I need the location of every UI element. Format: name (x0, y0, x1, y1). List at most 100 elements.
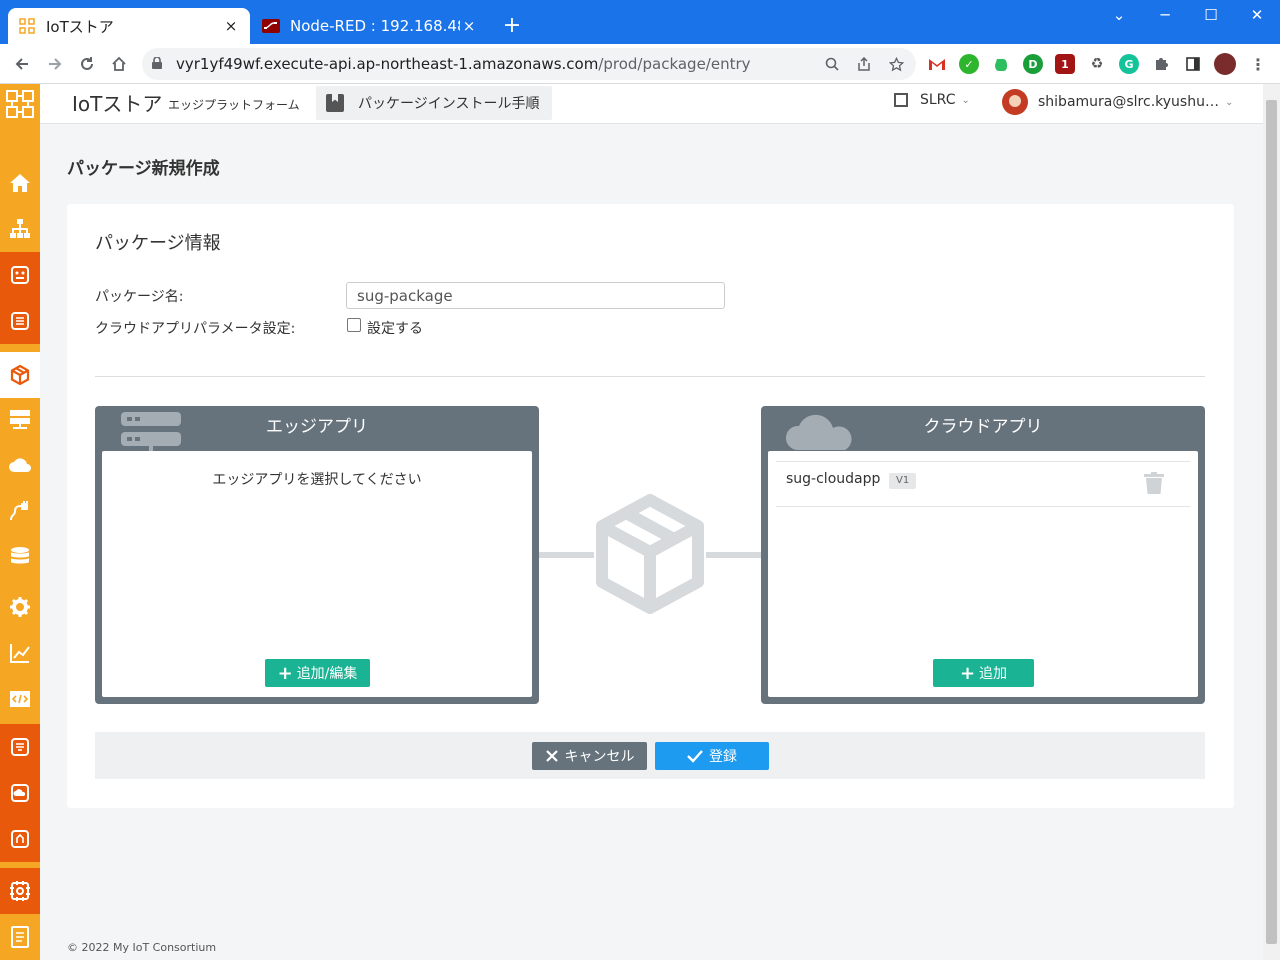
cloud-add-label: 追加 (979, 666, 1008, 682)
browser-menu-icon[interactable]: ⋮ (1248, 54, 1268, 74)
cloud-box-icon[interactable] (0, 770, 40, 816)
action-bar: キャンセル 登録 (95, 732, 1205, 779)
home-icon[interactable] (105, 50, 133, 78)
address-bar[interactable]: vyr1yf49wf.execute-api.ap-northeast-1.am… (142, 48, 916, 80)
zoom-icon[interactable] (820, 52, 844, 76)
bookmark-star-icon[interactable] (884, 52, 908, 76)
edge-app-title: エッジアプリ (266, 417, 368, 437)
scrollbar-thumb[interactable] (1266, 100, 1277, 944)
organization-dropdown[interactable]: SLRC ⌄ (894, 92, 970, 108)
edge-app-list: エッジアプリを選択してください + 追加/編集 (102, 451, 532, 697)
plus-icon: + (277, 662, 293, 684)
user-email: shibamura@slrc.kyushu… (1038, 94, 1219, 110)
cloud-app-list: sug-cloudapp V1 + 追加 (768, 451, 1198, 697)
evernote-extension-icon[interactable] (991, 54, 1011, 74)
organization-name: SLRC (920, 92, 956, 108)
cloud-app-name: sug-cloudapp (786, 471, 881, 487)
cloud-app-panel: クラウドアプリ sug-cloudapp V1 + 追加 (761, 406, 1205, 704)
green-extension-icon[interactable]: ✓ (959, 54, 979, 74)
cancel-label: キャンセル (564, 749, 635, 765)
gear-icon[interactable] (0, 584, 40, 630)
network-icon[interactable] (0, 868, 40, 914)
server-icon[interactable] (0, 396, 40, 442)
package-name-input[interactable] (346, 282, 725, 309)
list-icon[interactable] (0, 298, 40, 344)
page-scrollbar[interactable] (1263, 84, 1280, 960)
section-title: パッケージ情報 (95, 233, 221, 254)
install-guide-button[interactable]: パッケージインストール手順 (316, 86, 552, 120)
edge-add-edit-label: 追加/編集 (296, 666, 358, 682)
brand-subtitle: エッジプラットフォーム (168, 98, 300, 112)
tab-title: Node-RED : 192.168.48 (290, 17, 460, 35)
edge-app-hint: エッジアプリを選択してください (212, 472, 422, 488)
browser-tab-iot-store[interactable]: IoTストア × (8, 8, 250, 44)
browser-tab-node-red[interactable]: Node-RED : 192.168.48 × (252, 8, 488, 44)
close-icon (545, 750, 558, 762)
close-window-button[interactable]: ✕ (1234, 0, 1280, 30)
lock-icon (152, 55, 168, 72)
sitemap-icon[interactable] (0, 206, 40, 252)
profile-avatar-icon[interactable] (1214, 53, 1236, 75)
plug-icon[interactable] (0, 488, 40, 534)
recycle-extension-icon[interactable]: ♻ (1087, 54, 1107, 74)
side-panel-icon[interactable] (1183, 54, 1203, 74)
close-tab-icon[interactable]: × (222, 17, 240, 35)
news-icon[interactable] (0, 724, 40, 770)
cloud-param-checkbox-label[interactable]: 設定する (367, 318, 423, 338)
book-icon (326, 94, 344, 112)
tab-title: IoTストア (46, 17, 114, 36)
new-tab-button[interactable]: + (498, 12, 526, 40)
avatar (1002, 89, 1028, 115)
close-tab-icon[interactable]: × (460, 17, 478, 35)
app-header: IoTストア エッジプラットフォーム パッケージインストール手順 SLRC ⌄ … (40, 84, 1263, 124)
edge-app-panel: エッジアプリ エッジアプリを選択してください + 追加/編集 (95, 406, 539, 704)
share-icon[interactable] (852, 52, 876, 76)
node-red-favicon-icon (262, 17, 280, 35)
cancel-button[interactable]: キャンセル (532, 742, 647, 770)
user-menu[interactable]: shibamura@slrc.kyushu… ⌄ (1002, 89, 1233, 115)
minimize-button[interactable]: ─ (1142, 0, 1188, 30)
install-guide-label: パッケージインストール手順 (358, 96, 540, 112)
device-icon[interactable] (0, 252, 40, 298)
check-icon (687, 750, 703, 763)
cloud-icon[interactable] (0, 442, 40, 488)
page-title: パッケージ新規作成 (67, 159, 220, 179)
version-badge: V1 (889, 473, 917, 489)
plus-icon: + (959, 662, 976, 684)
app-box-icon[interactable] (0, 816, 40, 862)
trash-icon[interactable] (1144, 472, 1164, 494)
home-icon[interactable] (0, 160, 40, 206)
copyright-footer: © 2022 My IoT Consortium (67, 941, 217, 954)
brand-title[interactable]: IoTストア (72, 88, 162, 117)
tab-search-icon[interactable]: ⌄ (1096, 0, 1142, 30)
database-icon[interactable] (0, 534, 40, 580)
list-item[interactable]: sug-cloudapp V1 (776, 461, 1190, 507)
package-icon[interactable] (0, 352, 40, 398)
maximize-button[interactable]: ☐ (1188, 0, 1234, 30)
cloud-app-title: クラウドアプリ (923, 417, 1043, 437)
iot-store-favicon-icon (18, 17, 36, 35)
cloud-param-checkbox[interactable] (347, 318, 361, 332)
package-name-label: パッケージ名: (95, 289, 184, 305)
d-extension-icon[interactable]: D (1023, 54, 1043, 74)
chevron-down-icon: ⌄ (961, 94, 970, 106)
url-path: /prod/package/entry (598, 55, 751, 73)
chevron-down-icon: ⌄ (1224, 96, 1234, 108)
extensions-puzzle-icon[interactable] (1151, 54, 1171, 74)
cloud-param-label: クラウドアプリパラメータ設定: (95, 321, 296, 337)
chart-line-icon[interactable] (0, 630, 40, 676)
grammarly-extension-icon[interactable]: G (1119, 54, 1139, 74)
back-arrow-icon[interactable] (8, 50, 36, 78)
forward-arrow-icon[interactable] (41, 50, 69, 78)
iot-store-logo-icon[interactable] (0, 84, 40, 124)
save-button[interactable]: 登録 (655, 742, 769, 770)
code-icon[interactable] (0, 676, 40, 722)
reload-icon[interactable] (73, 50, 101, 78)
gmail-extension-icon[interactable] (927, 54, 947, 74)
edge-add-edit-button[interactable]: + 追加/編集 (265, 659, 370, 687)
url-host: vyr1yf49wf.execute-api.ap-northeast-1.am… (176, 55, 599, 73)
app-sidebar (0, 84, 40, 960)
cloud-add-button[interactable]: + 追加 (933, 659, 1034, 687)
document-icon[interactable] (0, 914, 40, 960)
one-extension-icon[interactable]: 1 (1055, 54, 1075, 74)
